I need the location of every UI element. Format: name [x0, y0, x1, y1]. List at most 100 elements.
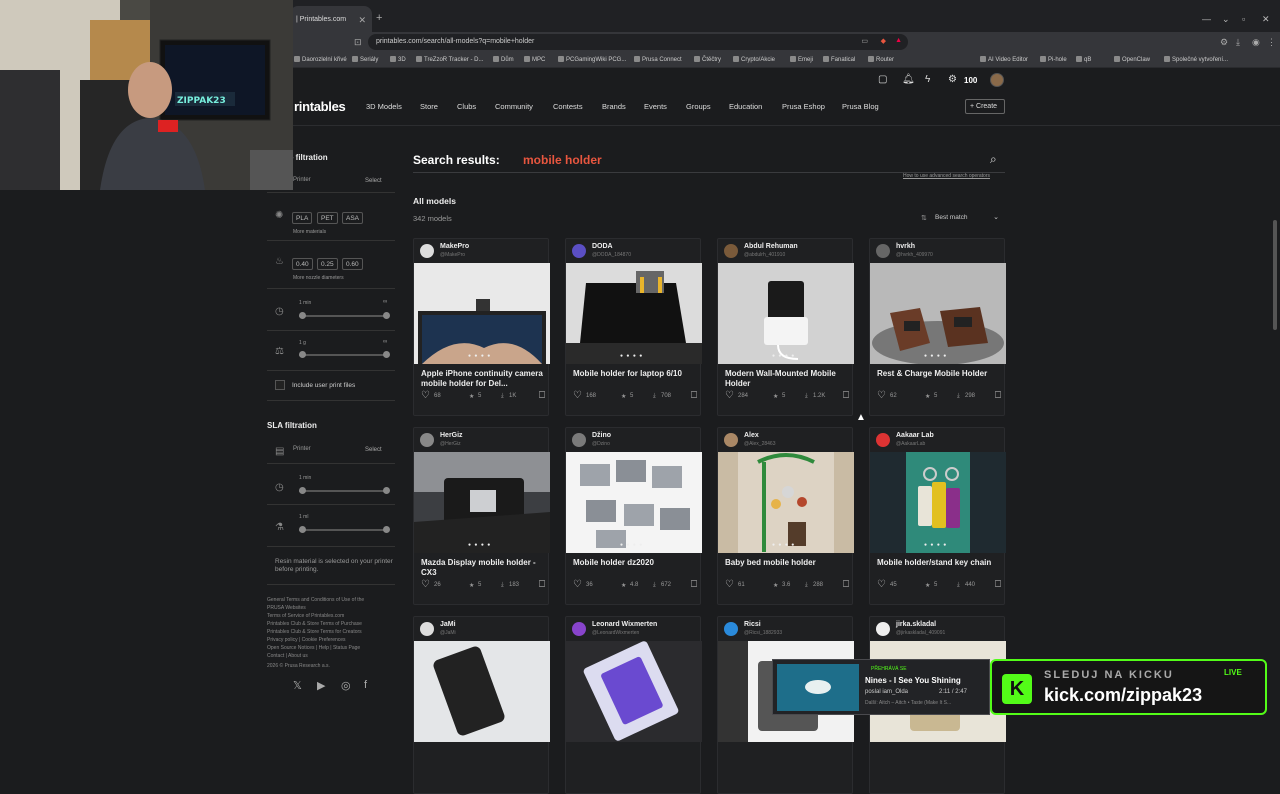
bookmark[interactable]: AI Video Editor — [980, 56, 1028, 63]
url-field[interactable]: printables.com/search/all-models?q=mobil… — [368, 34, 908, 50]
browser-tab[interactable]: | Printables.com ✕ — [290, 6, 372, 32]
author-avatar[interactable] — [724, 433, 738, 447]
extension-icon[interactable]: ▲ — [895, 37, 902, 44]
bell-icon[interactable]: 🔔︎ — [902, 74, 915, 85]
bookmark[interactable]: Emeji — [790, 56, 813, 63]
model-title[interactable]: Rest & Charge Mobile Holder — [877, 369, 1001, 389]
author-name[interactable]: DODA — [592, 243, 613, 250]
model-card[interactable]: MakePro @MakePro ● ● ● ● Apple iPhone conti… — [413, 238, 550, 416]
author-avatar[interactable] — [572, 244, 586, 258]
chat-icon[interactable]: ▢ — [878, 74, 887, 85]
material-chip-asa[interactable]: ASA — [342, 212, 364, 224]
author-name[interactable]: JaMi — [440, 621, 456, 628]
footer-link[interactable]: Printables Club & Store Terms of Purchas… — [267, 621, 362, 627]
nozzle-chip-025[interactable]: 0.25 — [317, 258, 338, 270]
author-name[interactable]: Džino — [592, 432, 611, 439]
printables-logo[interactable]: rintables — [294, 99, 346, 114]
bookmark[interactable]: Daorozlelní křivé — [294, 56, 347, 63]
nav-3d-models[interactable]: 3D Models — [366, 102, 402, 111]
material-chip-pet[interactable]: PET — [317, 212, 338, 224]
maximize-icon[interactable]: ▫ — [1242, 14, 1245, 24]
nav-contests[interactable]: Contests — [553, 102, 583, 111]
author-avatar[interactable] — [420, 622, 434, 636]
cast-icon[interactable]: ▭ — [861, 37, 868, 45]
nav-brands[interactable]: Brands — [602, 102, 626, 111]
model-title[interactable]: Mobile holder/stand key chain — [877, 558, 1001, 578]
close-tab-icon[interactable]: ✕ — [358, 15, 366, 26]
carousel-dots[interactable]: ● ● ● ● — [620, 353, 643, 359]
author-avatar[interactable] — [420, 244, 434, 258]
bookmark[interactable]: Pi-hole — [1040, 56, 1067, 63]
bookmark-icon[interactable]: ⎕ — [995, 390, 1001, 401]
model-thumbnail[interactable]: ● ● ● ● — [414, 263, 550, 364]
search-icon[interactable]: ⌕ — [990, 152, 997, 167]
search-query[interactable]: mobile holder — [523, 153, 602, 167]
model-card[interactable]: Leonard Wixmerten @LeonardWixmerten — [565, 616, 702, 794]
author-avatar[interactable] — [876, 622, 890, 636]
advanced-search-link[interactable]: How to use advanced search operators — [903, 173, 990, 179]
bookmark-icon[interactable]: ⎕ — [995, 579, 1001, 590]
bookmark[interactable]: TreZzoR Tracker - D... — [416, 56, 483, 63]
page-scrollbar[interactable] — [1273, 220, 1277, 330]
instagram-icon[interactable]: ◎ — [341, 679, 351, 692]
author-name[interactable]: HerGiz — [440, 432, 463, 439]
download-icon[interactable]: ⤓ — [1236, 37, 1240, 48]
like-icon[interactable]: ♡ — [573, 579, 582, 590]
carousel-dots[interactable]: ● ● ● ● — [772, 542, 795, 548]
model-thumbnail[interactable]: ● ● ● ● — [870, 452, 1006, 553]
bookmark[interactable]: OpenClaw — [1114, 56, 1150, 63]
author-avatar[interactable] — [724, 622, 738, 636]
bookmark[interactable]: Seriály — [352, 56, 378, 63]
author-avatar[interactable] — [876, 433, 890, 447]
model-card[interactable]: HerGiz @HerGiz ● ● ● ● Mazda Display mobile… — [413, 427, 550, 605]
footer-link[interactable]: General Terms and Conditions of Use of t… — [267, 597, 364, 603]
bookmark[interactable]: 3D — [390, 56, 406, 63]
carousel-dots[interactable]: ● ● ● ● — [924, 542, 947, 548]
bookmark[interactable]: PCGamingWiki PCG... — [558, 56, 626, 63]
model-thumbnail[interactable]: ● ● ● ● — [566, 263, 702, 364]
model-thumbnail[interactable]: ● ● ● ● — [566, 452, 702, 553]
facebook-icon[interactable]: f — [364, 679, 367, 691]
model-card[interactable]: JaMi @JaMi — [413, 616, 550, 794]
user-avatar[interactable] — [990, 73, 1004, 87]
nav-prusa-eshop[interactable]: Prusa Eshop — [782, 102, 825, 111]
nav-community[interactable]: Community — [495, 102, 533, 111]
author-avatar[interactable] — [876, 244, 890, 258]
time-slider[interactable] — [299, 312, 390, 319]
footer-link[interactable]: PRUSA Websites — [267, 605, 306, 611]
new-tab-icon[interactable]: + — [376, 12, 382, 24]
bookmark[interactable]: MPC — [524, 56, 545, 63]
nav-prusa-blog[interactable]: Prusa Blog — [842, 102, 879, 111]
model-thumbnail[interactable]: ● ● ● ● — [870, 263, 1006, 364]
like-icon[interactable]: ♡ — [573, 390, 582, 401]
bookmark-page-icon[interactable]: ⊡ — [354, 37, 362, 48]
model-title[interactable]: Mazda Display mobile holder - CX3 — [421, 558, 545, 578]
menu-icon[interactable]: ⌄ — [1222, 14, 1230, 25]
carousel-dots[interactable]: ● ● ● ● — [772, 353, 795, 359]
model-title[interactable]: Mobile holder dz2020 — [573, 558, 697, 578]
kebab-menu-icon[interactable]: ⋮ — [1267, 37, 1276, 48]
like-icon[interactable]: ♡ — [877, 390, 886, 401]
author-avatar[interactable] — [420, 433, 434, 447]
footer-link[interactable]: Open Source Notices | Help | Status Page — [267, 645, 360, 651]
author-name[interactable]: MakePro — [440, 243, 469, 250]
like-icon[interactable]: ♡ — [877, 579, 886, 590]
model-title[interactable]: Mobile holder for laptop 6/10 — [573, 369, 697, 389]
nav-groups[interactable]: Groups — [686, 102, 711, 111]
material-chip-pla[interactable]: PLA — [292, 212, 313, 224]
footer-link[interactable]: Contact | About us — [267, 653, 308, 659]
author-name[interactable]: Abdul Rehuman — [744, 243, 798, 250]
profile-icon[interactable]: ◉ — [1252, 37, 1260, 48]
model-title[interactable]: Baby bed mobile holder — [725, 558, 849, 578]
author-name[interactable]: Aakaar Lab — [896, 432, 934, 439]
shield-icon[interactable]: ◆ — [881, 37, 886, 45]
carousel-dots[interactable]: ● ● ● ● — [620, 542, 643, 548]
model-title[interactable]: Apple iPhone continuity camera mobile ho… — [421, 369, 545, 389]
bookmark[interactable]: Dům — [493, 56, 514, 63]
x-twitter-icon[interactable]: 𝕏 — [293, 679, 302, 692]
author-name[interactable]: Ricsi — [744, 621, 761, 628]
bookmark[interactable]: Prusa Connect — [634, 56, 682, 63]
bookmark-icon[interactable]: ⎕ — [539, 390, 545, 401]
nozzle-chip-040[interactable]: 0.40 — [292, 258, 313, 270]
lightning-icon[interactable]: ϟ — [925, 74, 930, 85]
